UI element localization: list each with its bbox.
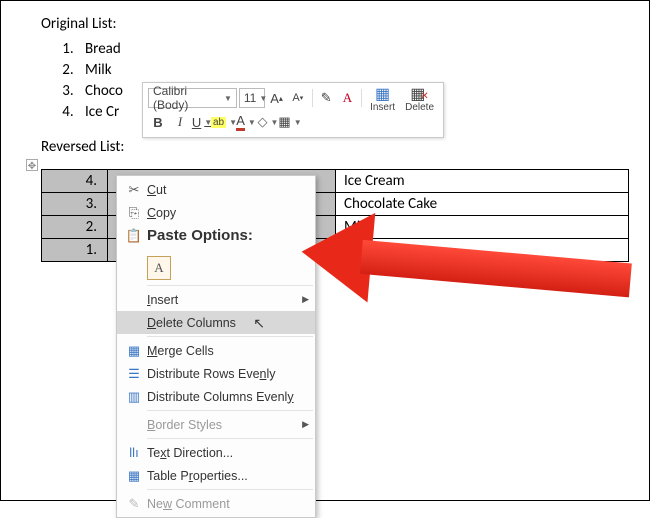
grow-font-button[interactable]: A▴ — [267, 88, 286, 108]
table-delete-icon: ▦✕ — [410, 84, 429, 102]
distribute-cols-icon: ▥ — [121, 389, 147, 405]
distribute-rows-icon: ☰ — [121, 366, 147, 382]
shrink-font-button[interactable]: A▾ — [288, 88, 307, 108]
list-item: Bread — [77, 39, 635, 60]
fill-color-button[interactable]: ◇▼ — [258, 112, 278, 132]
italic-button[interactable]: I — [170, 112, 190, 132]
borders-button[interactable]: ▦▼ — [280, 112, 300, 132]
copy-icon: ⎘ — [121, 205, 147, 221]
chevron-down-icon: ▼ — [224, 94, 232, 103]
menu-distribute-rows[interactable]: ☰ Distribute Rows Evenly — [117, 362, 315, 385]
merge-cells-icon: ▦ — [121, 343, 147, 359]
menu-cut[interactable]: ✂ Cut — [117, 178, 315, 201]
insert-button[interactable]: ▦ Insert — [366, 84, 399, 113]
text-direction-icon: llı — [121, 445, 147, 460]
row-value: Ice Cream — [336, 170, 629, 193]
submenu-arrow-icon: ▶ — [302, 419, 309, 430]
font-color-button[interactable]: A▼ — [236, 112, 256, 132]
delete-button[interactable]: ▦✕ Delete — [401, 84, 438, 113]
list-item: Milk — [77, 60, 635, 81]
scissors-icon: ✂ — [121, 182, 147, 198]
menu-distribute-columns[interactable]: ▥ Distribute Columns Evenly — [117, 385, 315, 408]
table-properties-icon: ▦ — [121, 468, 147, 484]
menu-text-direction[interactable]: llı Text Direction... — [117, 441, 315, 464]
row-number: 3. — [42, 193, 108, 216]
comment-icon: ✎ — [121, 496, 147, 512]
context-menu: ✂ Cut ⎘ Copy 📋 Paste Options: A Insert ▶… — [116, 175, 316, 518]
reversed-list-heading: Reversed List: — [41, 138, 124, 156]
bold-button[interactable]: B — [148, 112, 168, 132]
menu-delete-columns[interactable]: Delete Columns ↖ — [117, 311, 315, 334]
menu-table-properties[interactable]: ▦ Table Properties... — [117, 464, 315, 487]
font-name-combo[interactable]: Calibri (Body)▼ — [148, 88, 237, 108]
menu-merge-cells[interactable]: ▦ Merge Cells — [117, 339, 315, 362]
underline-button[interactable]: U▼ — [192, 112, 212, 132]
table-anchor-icon[interactable]: ✥ — [26, 159, 38, 171]
row-value: Bread — [336, 239, 629, 262]
original-list-heading: Original List: — [41, 15, 635, 33]
format-painter-button[interactable]: ✎ — [316, 88, 335, 108]
table-insert-icon: ▦ — [375, 84, 390, 102]
mini-toolbar: Calibri (Body)▼ 11▼ A▴ A▾ ✎ A ▦ Insert ▦… — [142, 82, 444, 138]
menu-new-comment[interactable]: ✎ New Comment — [117, 492, 315, 515]
font-size-combo[interactable]: 11▼ — [239, 88, 265, 108]
row-number: 1. — [42, 239, 108, 262]
row-number: 2. — [42, 216, 108, 239]
menu-copy[interactable]: ⎘ Copy — [117, 201, 315, 224]
row-value: Milk — [336, 216, 629, 239]
menu-paste-options-heading: 📋 Paste Options: — [117, 224, 315, 247]
row-value: Chocolate Cake — [336, 193, 629, 216]
submenu-arrow-icon: ▶ — [302, 294, 309, 305]
highlight-button[interactable]: ab▼ — [214, 112, 234, 132]
menu-insert[interactable]: Insert ▶ — [117, 288, 315, 311]
menu-border-styles[interactable]: Border Styles ▶ — [117, 413, 315, 436]
styles-button[interactable]: A — [338, 88, 357, 108]
menu-paste-keep-text[interactable]: A — [117, 253, 315, 283]
row-number: 4. — [42, 170, 108, 193]
clipboard-icon: 📋 — [121, 228, 147, 244]
